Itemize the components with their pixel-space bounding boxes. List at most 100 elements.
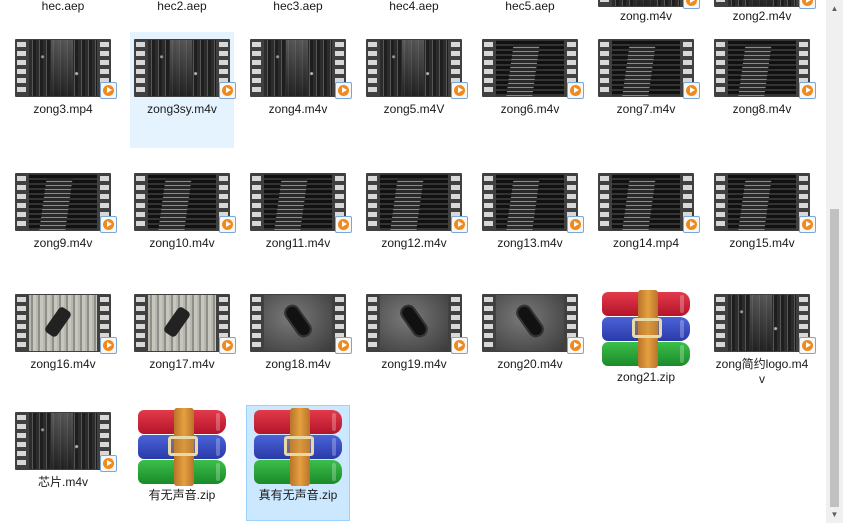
winrar-archive-icon — [136, 408, 228, 486]
file-item[interactable]: zong7.m4v — [594, 32, 700, 148]
file-item[interactable]: zong8.m4v — [710, 32, 816, 148]
winrar-archive-icon — [252, 408, 344, 486]
file-name: hec.aep — [41, 0, 85, 13]
vertical-scrollbar[interactable]: ▲ ▼ — [826, 0, 843, 523]
video-thumbnail-icon — [250, 294, 352, 354]
video-thumbnail-icon — [598, 39, 700, 99]
file-item[interactable]: zong5.m4V — [362, 32, 468, 148]
file-name: zong4.m4v — [268, 102, 328, 116]
file-item[interactable]: zong21.zip — [594, 287, 698, 387]
file-item[interactable]: zong19.m4v — [362, 287, 468, 387]
file-name: zong13.m4v — [497, 236, 563, 250]
file-name: hec2.aep — [157, 0, 207, 13]
file-name: zong21.zip — [616, 370, 676, 384]
file-item[interactable]: zong.m4v — [594, 0, 700, 26]
file-item[interactable]: zong11.m4v — [246, 166, 352, 266]
file-item[interactable]: zong简约logo.m4v — [710, 287, 816, 387]
file-item[interactable]: zong9.m4v — [11, 166, 117, 266]
play-badge-icon — [799, 216, 816, 233]
file-item[interactable]: zong3sy.m4v — [130, 32, 236, 148]
file-item[interactable]: hec2.aep — [130, 0, 234, 26]
play-badge-icon — [335, 337, 352, 354]
file-item[interactable]: zong3.mp4 — [11, 32, 117, 148]
file-item[interactable]: 芯片.m4v — [11, 405, 117, 521]
file-item[interactable]: zong15.m4v — [710, 166, 816, 266]
video-thumbnail-icon — [15, 412, 117, 472]
play-badge-icon — [219, 216, 236, 233]
file-item[interactable]: zong13.m4v — [478, 166, 584, 266]
video-thumbnail-icon — [598, 0, 700, 9]
file-item[interactable]: hec5.aep — [478, 0, 582, 26]
video-thumbnail-icon — [134, 39, 236, 99]
file-item[interactable]: zong16.m4v — [11, 287, 117, 387]
scroll-down-arrow-icon[interactable]: ▼ — [826, 506, 843, 523]
file-name: zong18.m4v — [265, 357, 331, 371]
play-badge-icon — [100, 337, 117, 354]
file-item[interactable]: zong20.m4v — [478, 287, 584, 387]
video-thumbnail-icon — [366, 173, 468, 233]
file-item[interactable]: zong18.m4v — [246, 287, 352, 387]
file-name: zong12.m4v — [381, 236, 447, 250]
file-name: zong8.m4v — [732, 102, 792, 116]
scrollbar-thumb[interactable] — [830, 209, 839, 507]
play-badge-icon — [567, 82, 584, 99]
play-badge-icon — [335, 82, 352, 99]
file-item[interactable]: zong10.m4v — [130, 166, 236, 266]
file-name: hec3.aep — [273, 0, 323, 13]
play-badge-icon — [451, 337, 468, 354]
file-name: zong16.m4v — [30, 357, 96, 371]
file-name: zong20.m4v — [497, 357, 563, 371]
file-name: zong10.m4v — [149, 236, 215, 250]
video-thumbnail-icon — [366, 294, 468, 354]
video-thumbnail-icon — [15, 173, 117, 233]
video-thumbnail-icon — [598, 173, 700, 233]
file-item[interactable]: zong12.m4v — [362, 166, 468, 266]
file-item[interactable]: zong17.m4v — [130, 287, 236, 387]
file-list-view[interactable]: hec.aep hec2.aep hec3.aep hec4.aep hec5.aep z… — [0, 0, 826, 523]
video-thumbnail-icon — [482, 173, 584, 233]
video-thumbnail-icon — [714, 173, 816, 233]
video-thumbnail-icon — [134, 294, 236, 354]
file-name: zong.m4v — [619, 9, 673, 23]
play-badge-icon — [567, 216, 584, 233]
file-name: zong19.m4v — [381, 357, 447, 371]
file-item[interactable]: 真有无声音.zip — [246, 405, 350, 521]
file-item[interactable]: 有无声音.zip — [130, 405, 234, 521]
video-thumbnail-icon — [366, 39, 468, 99]
file-name: zong6.m4v — [500, 102, 560, 116]
play-badge-icon — [567, 337, 584, 354]
play-badge-icon — [683, 0, 700, 9]
winrar-archive-icon — [600, 290, 692, 368]
video-thumbnail-icon — [250, 173, 352, 233]
file-name: zong15.m4v — [729, 236, 795, 250]
file-item[interactable]: hec3.aep — [246, 0, 350, 26]
file-item[interactable]: hec.aep — [11, 0, 115, 26]
file-name: zong7.m4v — [616, 102, 676, 116]
file-name: hec5.aep — [505, 0, 555, 13]
file-name: 真有无声音.zip — [258, 488, 338, 502]
play-badge-icon — [451, 82, 468, 99]
file-name: zong简约logo.m4v — [715, 357, 809, 386]
video-thumbnail-icon — [15, 39, 117, 99]
file-item[interactable]: zong6.m4v — [478, 32, 584, 148]
video-thumbnail-icon — [714, 0, 816, 9]
play-badge-icon — [799, 337, 816, 354]
video-thumbnail-icon — [482, 294, 584, 354]
file-item[interactable]: hec4.aep — [362, 0, 466, 26]
file-item[interactable]: zong14.mp4 — [594, 166, 700, 266]
scroll-up-arrow-icon[interactable]: ▲ — [826, 0, 843, 17]
file-item[interactable]: zong4.m4v — [246, 32, 352, 148]
file-name: hec4.aep — [389, 0, 439, 13]
video-thumbnail-icon — [482, 39, 584, 99]
play-badge-icon — [219, 82, 236, 99]
play-badge-icon — [683, 216, 700, 233]
play-badge-icon — [335, 216, 352, 233]
play-badge-icon — [100, 216, 117, 233]
file-name: zong9.m4v — [33, 236, 93, 250]
play-badge-icon — [451, 216, 468, 233]
file-name: zong3sy.m4v — [147, 102, 217, 116]
play-badge-icon — [799, 0, 816, 9]
video-thumbnail-icon — [134, 173, 236, 233]
video-thumbnail-icon — [15, 294, 117, 354]
file-item[interactable]: zong2.m4v — [710, 0, 816, 26]
